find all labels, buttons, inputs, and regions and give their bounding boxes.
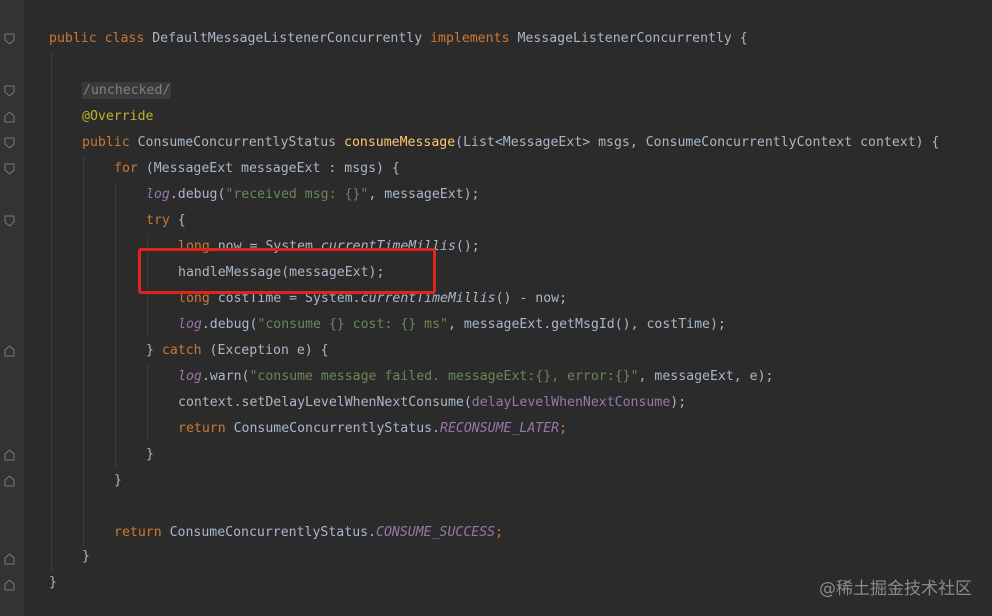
code-line[interactable]: public class DefaultMessageListenerConcu… [49, 29, 748, 49]
method-name: consumeMessage [344, 135, 456, 150]
code-line[interactable]: } [114, 471, 122, 491]
fold-marker-icon[interactable] [4, 111, 15, 123]
code-line[interactable]: public ConsumeConcurrentlyStatus consume… [82, 133, 939, 153]
annotation: @Override [82, 109, 154, 124]
code-text: (Exception e) { [209, 343, 329, 358]
indent-guide [83, 156, 84, 546]
code-line[interactable]: log.debug("consume {} cost: {} ms", mess… [178, 315, 726, 335]
fold-marker-icon[interactable] [4, 137, 15, 149]
class-name: DefaultMessageListenerConcurrently [152, 31, 431, 46]
watermark: @稀土掘金技术社区 [819, 579, 972, 599]
keyword: return [178, 421, 234, 436]
keyword: for [114, 161, 146, 176]
field-ref: log [146, 187, 170, 202]
enum-constant: RECONSUME_LATER [440, 421, 560, 436]
code-line[interactable]: return ConsumeConcurrentlyStatus.RECONSU… [178, 419, 567, 439]
code-text: .debug( [201, 317, 258, 332]
code-line[interactable]: /unchecked/ [82, 81, 172, 101]
code-text: , messageExt); [368, 187, 480, 202]
string-literal: "consume {} cost: {} ms" [257, 317, 448, 332]
code-line[interactable]: log.debug("received msg: {}", messageExt… [146, 185, 479, 205]
keyword: implements [430, 31, 518, 46]
code-line[interactable]: for (MessageExt messageExt : msgs) { [114, 159, 400, 179]
keyword: public [82, 135, 138, 150]
code-text: (); [455, 239, 480, 254]
indent-guide [115, 182, 116, 468]
fold-marker-icon[interactable] [4, 579, 15, 591]
field-ref: log [178, 369, 202, 384]
type-name: ConsumeConcurrentlyStatus [137, 135, 345, 150]
code-text: } [82, 549, 90, 564]
code-line[interactable]: log.warn("consume message failed. messag… [178, 367, 774, 387]
indent-guide [51, 52, 52, 572]
code-text: } [49, 575, 57, 590]
code-text: } [146, 343, 162, 358]
code-text: } [114, 473, 122, 488]
fold-marker-icon[interactable] [4, 33, 15, 45]
keyword: return [114, 525, 170, 540]
code-text: () - now; [495, 291, 568, 306]
fold-marker-icon[interactable] [4, 475, 15, 487]
fold-marker-icon[interactable] [4, 553, 15, 565]
code-line[interactable]: } [146, 445, 154, 465]
code-line[interactable]: context.setDelayLevelWhenNextConsume(del… [178, 393, 686, 413]
field-ref: log [178, 317, 202, 332]
semicolon: ; [559, 421, 568, 436]
code-text: ConsumeConcurrentlyStatus. [169, 525, 377, 540]
code-text: (MessageExt messageExt : msgs) { [145, 161, 400, 176]
code-line[interactable]: return ConsumeConcurrentlyStatus.CONSUME… [114, 523, 503, 543]
comment: /unchecked/ [82, 82, 172, 99]
code-line[interactable]: try { [146, 211, 186, 231]
highlight-box [138, 248, 436, 294]
code-text: , messageExt.getMsgId(), costTime); [447, 317, 726, 332]
field-ref: delayLevelWhenNextConsume [471, 395, 671, 410]
fold-marker-icon[interactable] [4, 215, 15, 227]
code-text: { [177, 213, 186, 228]
keyword: catch [161, 343, 210, 358]
code-line[interactable]: } [82, 547, 90, 567]
fold-marker-icon[interactable] [4, 85, 15, 97]
interface-name: MessageListenerConcurrently { [517, 31, 748, 46]
string-literal: "received msg: {}" [225, 187, 369, 202]
fold-marker-icon[interactable] [4, 345, 15, 357]
code-line[interactable]: } [49, 573, 57, 593]
fold-marker-icon[interactable] [4, 449, 15, 461]
code-text: .warn( [201, 369, 250, 384]
code-text: , messageExt, e); [638, 369, 774, 384]
code-editor[interactable]: public class DefaultMessageListenerConcu… [0, 0, 992, 616]
string-literal: "consume message failed. messageExt:{}, … [249, 369, 639, 384]
enum-constant: CONSUME_SUCCESS [376, 525, 496, 540]
semicolon: ; [495, 525, 504, 540]
keyword: try [146, 213, 178, 228]
indent-guide [147, 364, 148, 442]
fold-marker-icon[interactable] [4, 163, 15, 175]
code-text: } [146, 447, 154, 462]
code-text: context.setDelayLevelWhenNextConsume( [178, 395, 472, 410]
code-text: .debug( [169, 187, 226, 202]
parameters: (List<MessageExt> msgs, ConsumeConcurren… [455, 135, 940, 150]
code-text: ); [670, 395, 687, 410]
code-text: ConsumeConcurrentlyStatus. [233, 421, 441, 436]
code-line[interactable]: @Override [82, 107, 153, 127]
code-line[interactable]: } catch (Exception e) { [146, 341, 329, 361]
keyword: public class [49, 31, 153, 46]
